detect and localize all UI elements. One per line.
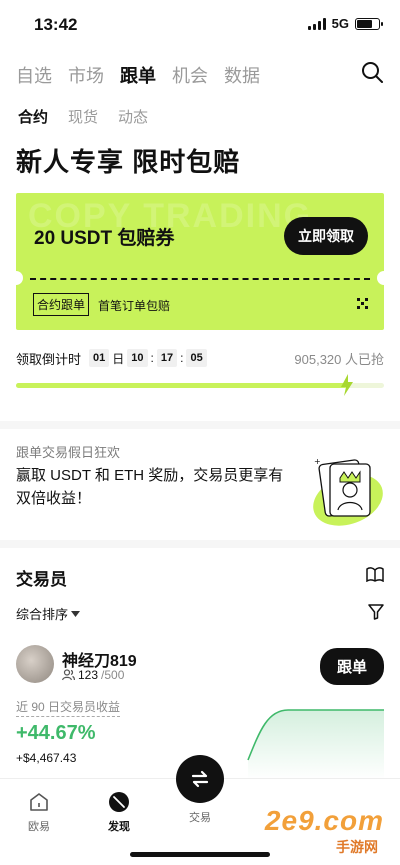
sub-tab-feed[interactable]: 动态 xyxy=(118,106,148,127)
countdown-label: 领取倒计时 xyxy=(16,351,82,367)
search-icon[interactable] xyxy=(360,60,384,84)
svg-text:+: + xyxy=(314,457,321,466)
roi-value: +44.67% xyxy=(16,722,96,744)
traders-section-title: 交易员 xyxy=(16,570,67,589)
copy-trade-button[interactable]: 跟单 xyxy=(319,648,384,685)
site-watermark-sub: 手游网 xyxy=(336,839,378,855)
expand-icon[interactable] xyxy=(357,298,368,309)
coupon-card[interactable]: COPY TRADING 20 USDT 包赔券 立即领取 合约跟单 首笔订单包… xyxy=(16,193,384,330)
sub-tab-spot[interactable]: 现货 xyxy=(68,106,98,127)
tab-copy-trading[interactable]: 跟单 xyxy=(120,62,156,88)
coupon-description: 首笔订单包赔 xyxy=(98,299,171,313)
bottom-nav: 欧易 发现 交易 2e9.com 手游网 xyxy=(0,755,400,865)
countdown-separator: : xyxy=(150,351,154,365)
book-icon[interactable] xyxy=(366,567,384,582)
countdown-days: 01 xyxy=(89,349,110,367)
roi-label: 近 90 日交易员收益 xyxy=(16,698,121,717)
tab-opportunities[interactable]: 机会 xyxy=(172,62,208,88)
section-divider xyxy=(0,421,400,429)
nav-item-discover[interactable]: 发现 xyxy=(108,791,130,834)
compass-icon xyxy=(109,792,129,812)
sort-dropdown[interactable]: 综合排序 xyxy=(16,604,81,623)
users-icon xyxy=(62,669,75,681)
home-indicator xyxy=(130,852,270,857)
network-label: 5G xyxy=(331,16,349,31)
claim-progress-bar xyxy=(16,383,384,388)
sub-tabs: 合约 现货 动态 xyxy=(18,106,148,127)
trader-followers: 123 /500 xyxy=(62,668,124,682)
countdown-day-unit: 日 xyxy=(112,351,125,366)
tab-market[interactable]: 市场 xyxy=(68,62,104,88)
follower-max: /500 xyxy=(101,668,125,682)
promo-label: 跟单交易假日狂欢 xyxy=(16,445,121,460)
home-icon xyxy=(30,793,48,811)
coupon-notch-left xyxy=(16,271,23,285)
trader-card-illustration: + xyxy=(313,457,383,526)
nav-label-okx: 欧易 xyxy=(28,821,50,833)
countdown-hours: 10 xyxy=(127,349,148,367)
promo-text[interactable]: 赢取 USDT 和 ETH 奖励，交易员更享有双倍收益！ xyxy=(16,464,286,510)
countdown-seconds: 05 xyxy=(186,349,207,367)
site-watermark: 2e9.com xyxy=(264,805,384,836)
tab-data[interactable]: 数据 xyxy=(224,62,260,88)
signal-icon xyxy=(307,17,326,30)
swap-icon xyxy=(191,770,209,788)
roi-sparkline xyxy=(247,709,384,780)
tab-watchlist[interactable]: 自选 xyxy=(16,62,52,88)
nav-label-trade[interactable]: 交易 xyxy=(176,809,224,825)
follower-count: 123 xyxy=(78,668,99,682)
countdown-separator: : xyxy=(180,351,184,365)
nav-label-discover: 发现 xyxy=(108,821,130,833)
page-headline: 新人专享 限时包赔 xyxy=(16,147,241,177)
battery-icon xyxy=(355,17,383,30)
status-time: 13:42 xyxy=(34,15,78,34)
coupon-tag: 合约跟单 xyxy=(33,293,90,316)
lightning-icon xyxy=(341,374,354,396)
countdown-minutes: 17 xyxy=(156,349,178,367)
trader-avatar[interactable] xyxy=(16,645,54,683)
top-tabs: 自选 市场 跟单 机会 数据 xyxy=(16,62,260,88)
status-indicators: 5G xyxy=(307,16,383,31)
status-bar: 13:42 5G xyxy=(0,0,400,50)
coupon-title: 20 USDT 包赔券 xyxy=(34,228,175,249)
nav-item-okx[interactable]: 欧易 xyxy=(28,791,50,834)
coupon-notch-right xyxy=(377,271,384,285)
claimed-count: 905,320 人已抢 xyxy=(294,351,384,367)
countdown: 领取倒计时 01 日 10 : 17 : 05 905,320 人已抢 xyxy=(16,347,384,369)
sort-label: 综合排序 xyxy=(16,607,69,622)
sub-tab-futures[interactable]: 合约 xyxy=(18,106,48,127)
claim-button[interactable]: 立即领取 xyxy=(284,217,368,255)
claim-progress-fill xyxy=(16,383,348,388)
coupon-divider xyxy=(30,278,370,280)
trade-button[interactable] xyxy=(176,755,224,803)
caret-down-icon xyxy=(71,610,81,617)
filter-icon[interactable] xyxy=(368,604,384,620)
pnl-value: +$4,467.43 xyxy=(16,751,77,765)
section-divider xyxy=(0,540,400,548)
